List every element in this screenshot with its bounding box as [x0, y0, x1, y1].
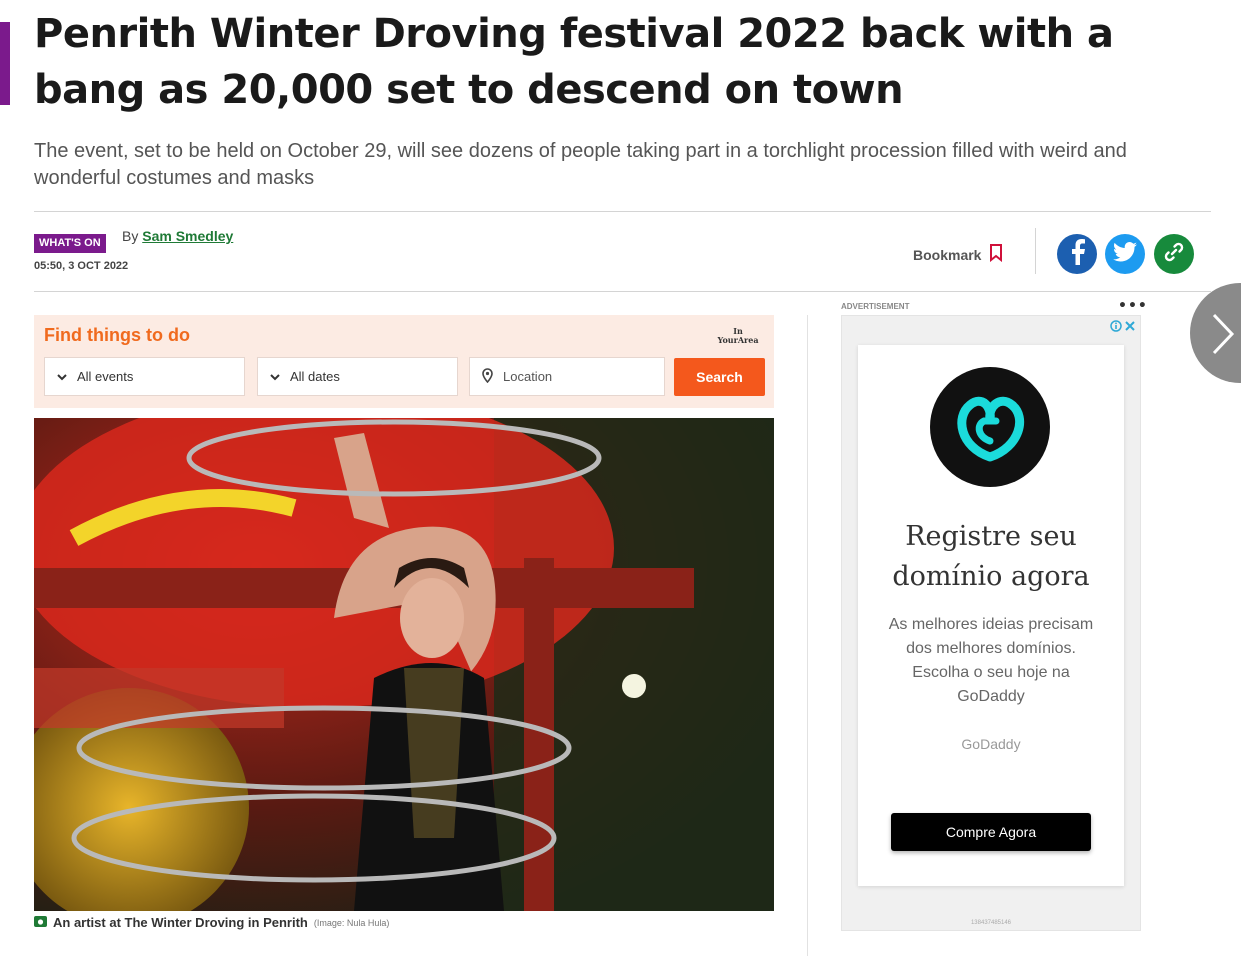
inyourarea-logo[interactable]: In YourArea — [716, 327, 760, 345]
share-link-button[interactable] — [1154, 234, 1194, 274]
link-icon — [1163, 241, 1185, 267]
ad-id: 1384374851​46 — [970, 920, 1012, 926]
ad-cta-button[interactable]: Compre Agora — [891, 813, 1091, 851]
share-twitter-button[interactable] — [1105, 234, 1145, 274]
search-button[interactable]: Search — [674, 358, 765, 396]
chevron-down-icon — [270, 369, 280, 384]
location-input[interactable]: Location — [469, 357, 665, 396]
advertisement-label: ADVERTISEMENT — [841, 302, 910, 311]
image-caption: An artist at The Winter Droving in Penri… — [34, 915, 389, 930]
location-placeholder: Location — [503, 369, 553, 384]
adchoices[interactable] — [1110, 317, 1136, 336]
ad-card[interactable]: Registre seu domínio agora As melhores i… — [858, 345, 1124, 886]
share-separator — [1035, 228, 1036, 274]
column-divider — [807, 315, 808, 956]
divider — [34, 211, 1211, 212]
bookmark-button[interactable]: Bookmark — [913, 244, 1003, 265]
find-things-widget: Find things to do In YourArea All events… — [34, 315, 774, 408]
article-headline: Penrith Winter Droving festival 2022 bac… — [34, 11, 1114, 113]
ad-headline: Registre seu domínio agora — [858, 517, 1124, 597]
bookmark-label: Bookmark — [913, 246, 982, 263]
next-article-button[interactable] — [1190, 283, 1241, 383]
ad-body-text: As melhores ideias precisam dos melhores… — [888, 616, 1094, 705]
dates-select-value: All dates — [290, 369, 340, 384]
article-standfirst: The event, set to be held on October 29,… — [34, 140, 1127, 189]
hero-image[interactable] — [34, 418, 774, 911]
author-link[interactable]: Sam Smedley — [142, 228, 233, 244]
byline: By Sam Smedley — [122, 228, 233, 244]
twitter-icon — [1113, 242, 1137, 266]
events-select[interactable]: All events — [44, 357, 245, 396]
share-facebook-button[interactable] — [1057, 234, 1097, 274]
section-badge[interactable]: WHAT'S ON — [34, 234, 106, 253]
bookmark-icon — [989, 244, 1003, 265]
headline-accent-bar — [0, 22, 10, 105]
ad-headline-line: Registre seu — [905, 521, 1077, 552]
camera-icon — [34, 915, 47, 930]
publish-timestamp: 05:50, 3 OCT 2022 — [34, 260, 129, 272]
logo-line: YourArea — [717, 335, 759, 345]
divider — [34, 291, 1211, 292]
location-pin-icon — [482, 367, 493, 386]
chevron-down-icon — [57, 369, 67, 384]
godaddy-logo — [930, 367, 1050, 487]
ad-more-options[interactable]: ••• — [1118, 298, 1148, 314]
byline-prefix: By — [122, 228, 139, 244]
adchoices-info-icon[interactable] — [1110, 317, 1122, 336]
caption-text: An artist at The Winter Droving in Penri… — [53, 915, 308, 930]
ad-headline-line: domínio agora — [892, 561, 1090, 592]
ad-brand: GoDaddy — [961, 736, 1021, 752]
dates-select[interactable]: All dates — [257, 357, 458, 396]
facebook-icon — [1067, 239, 1087, 269]
events-select-value: All events — [77, 369, 134, 384]
close-icon[interactable] — [1124, 317, 1136, 336]
caption-credit: (Image: Nula Hula) — [313, 917, 390, 928]
widget-title: Find things to do — [44, 325, 190, 345]
